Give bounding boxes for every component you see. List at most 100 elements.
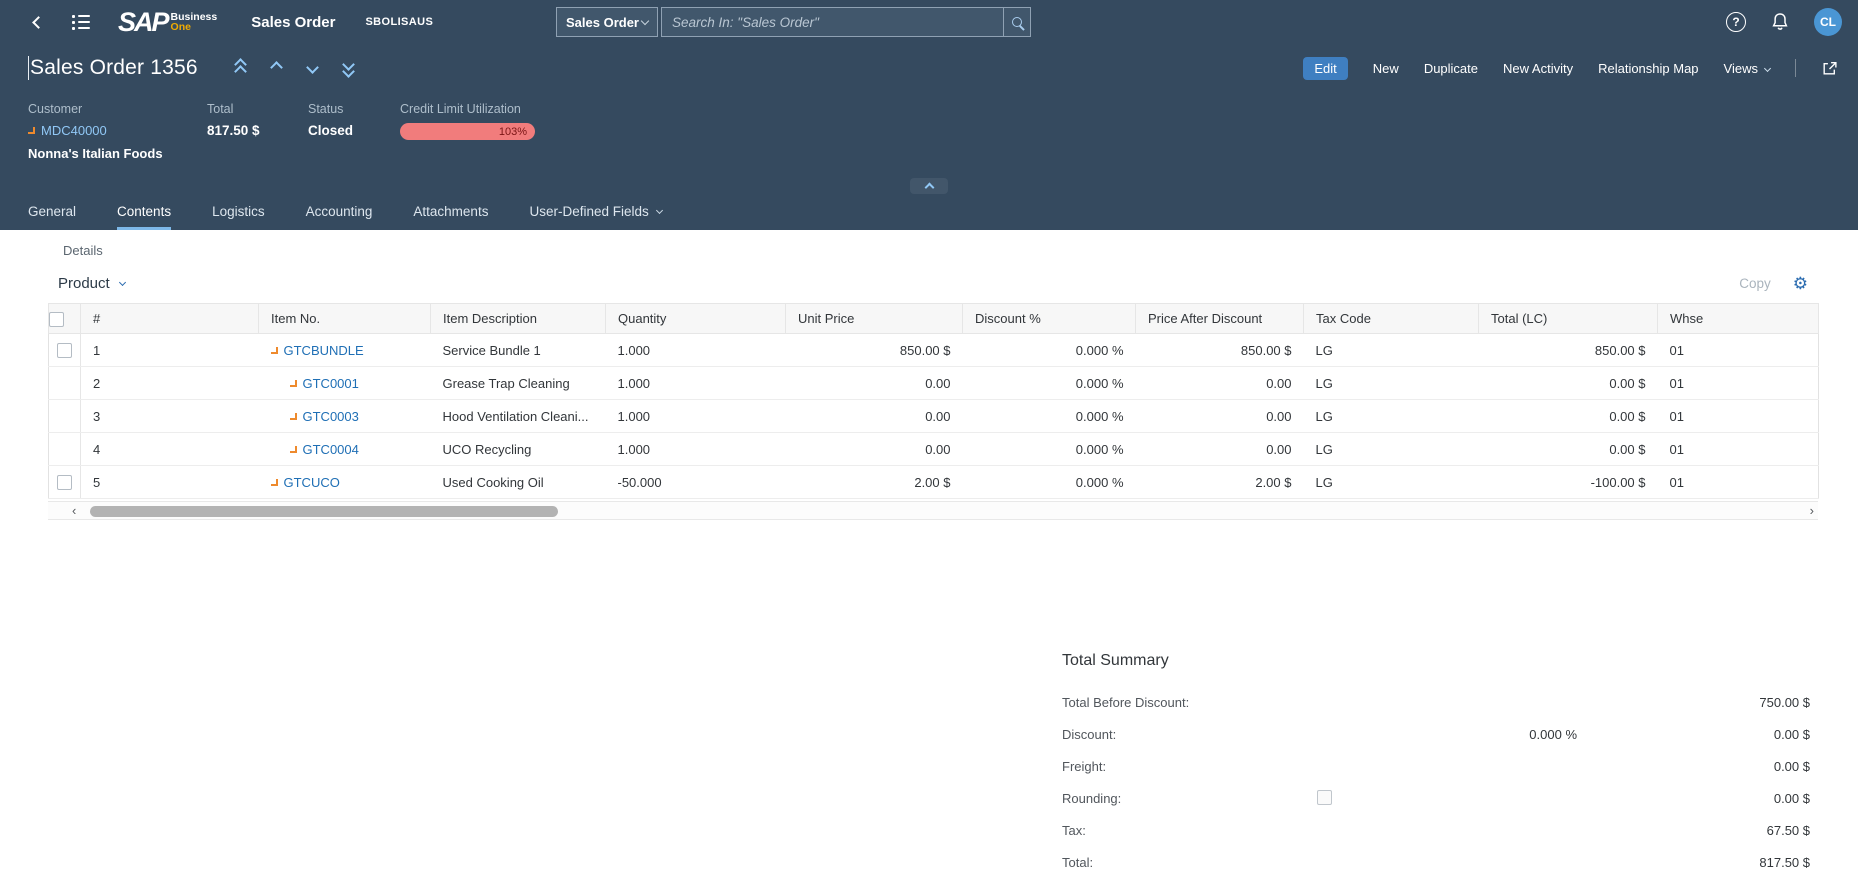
next-record-button[interactable] <box>308 59 317 77</box>
column-header-tax-code[interactable]: Tax Code <box>1304 304 1479 334</box>
column-header-price-after-discount[interactable]: Price After Discount <box>1136 304 1304 334</box>
tab-user-defined-fields[interactable]: User-Defined Fields <box>529 194 661 230</box>
column-header-item-description[interactable]: Item Description <box>431 304 606 334</box>
table-row: 4 GTC0004 UCO Recycling 1.000 0.00 0.000… <box>49 433 1819 466</box>
horizontal-scrollbar-thumb[interactable] <box>90 506 558 517</box>
search-button[interactable] <box>1003 8 1030 36</box>
search-scope-select[interactable]: Sales Order <box>556 7 658 37</box>
cell-price-after-discount: 2.00 $ <box>1136 466 1304 499</box>
views-label: Views <box>1724 61 1758 76</box>
item-link[interactable]: GTC0004 <box>303 442 359 457</box>
first-record-button[interactable] <box>236 60 245 76</box>
tab-contents[interactable]: Contents <box>117 194 171 230</box>
duplicate-button[interactable]: Duplicate <box>1424 61 1478 76</box>
customer-label: Customer <box>28 102 207 116</box>
scroll-right-arrow[interactable]: › <box>1810 503 1814 519</box>
search-input[interactable] <box>662 8 1003 36</box>
cell-tax-code: LG <box>1304 400 1479 433</box>
user-avatar[interactable]: CL <box>1814 8 1842 36</box>
page-title[interactable]: Sales Order 1356 <box>30 56 198 80</box>
summary-row: Tax: 67.50 $ <box>1062 814 1810 846</box>
edit-button[interactable]: Edit <box>1303 57 1347 80</box>
cell-quantity: -50.000 <box>606 466 786 499</box>
column-header-total-lc[interactable]: Total (LC) <box>1479 304 1658 334</box>
fact-customer: Customer MDC40000 Nonna's Italian Foods <box>28 102 207 194</box>
item-link[interactable]: GTCUCO <box>284 475 340 490</box>
help-button[interactable]: ? <box>1726 12 1746 32</box>
cell-total-lc: -100.00 $ <box>1479 466 1658 499</box>
relationship-map-button[interactable]: Relationship Map <box>1598 61 1698 76</box>
rounding-checkbox[interactable] <box>1317 790 1332 805</box>
cell-item-no: GTC0001 <box>259 367 431 400</box>
select-all-checkbox[interactable] <box>49 312 64 327</box>
scroll-left-arrow[interactable]: ‹ <box>72 503 76 519</box>
table-toolbar: Product Copy ⚙ <box>58 275 1808 292</box>
cell-discount: 0.000 % <box>963 367 1136 400</box>
new-activity-button[interactable]: New Activity <box>1503 61 1573 76</box>
copy-button[interactable]: Copy <box>1739 276 1771 291</box>
open-in-new-window-button[interactable] <box>1821 60 1838 77</box>
menu-button[interactable] <box>72 10 94 34</box>
column-header-discount[interactable]: Discount % <box>963 304 1136 334</box>
header-actions: Edit New Duplicate New Activity Relation… <box>1303 57 1838 80</box>
fact-total: Total 817.50 $ <box>207 102 308 194</box>
column-header-item-no[interactable]: Item No. <box>259 304 431 334</box>
notifications-button[interactable] <box>1770 11 1790 33</box>
tab-general[interactable]: General <box>28 194 76 230</box>
item-link[interactable]: GTCBUNDLE <box>284 343 364 358</box>
tab-accounting[interactable]: Accounting <box>306 194 373 230</box>
tab-attachments[interactable]: Attachments <box>413 194 488 230</box>
search-box <box>661 7 1031 37</box>
cell-quantity: 1.000 <box>606 400 786 433</box>
discount-value: 0.00 $ <box>1774 727 1810 742</box>
total-summary-section: Total Summary Total Before Discount: 750… <box>1062 652 1810 878</box>
details-section-label: Details <box>63 243 1858 258</box>
search-icon <box>1012 17 1022 27</box>
tax-value: 67.50 $ <box>1767 823 1810 838</box>
cell-item-no: GTC0004 <box>259 433 431 466</box>
last-record-button[interactable] <box>344 60 353 76</box>
item-link[interactable]: GTC0003 <box>303 409 359 424</box>
cell-quantity: 1.000 <box>606 334 786 367</box>
summary-row: Freight: 0.00 $ <box>1062 750 1810 782</box>
horizontal-scrollbar[interactable]: ‹ › <box>48 501 1818 520</box>
cell-unit-price: 0.00 <box>786 433 963 466</box>
chevron-down-icon <box>306 61 319 74</box>
table-row: 3 GTC0003 Hood Ventilation Cleani... 1.0… <box>49 400 1819 433</box>
cell-unit-price: 0.00 <box>786 367 963 400</box>
table-settings-button[interactable]: ⚙ <box>1793 275 1808 292</box>
avatar-initials: CL <box>1820 15 1836 29</box>
text-cursor <box>28 56 29 80</box>
column-header-unit-price[interactable]: Unit Price <box>786 304 963 334</box>
nav-chevron-icon <box>290 413 297 420</box>
item-link[interactable]: GTC0001 <box>303 376 359 391</box>
cell-num: 5 <box>81 466 259 499</box>
nav-chevron-icon <box>290 380 297 387</box>
cell-item-description: Hood Ventilation Cleani... <box>431 400 606 433</box>
chevron-up-icon <box>270 61 283 74</box>
column-header-quantity[interactable]: Quantity <box>606 304 786 334</box>
back-button[interactable] <box>26 10 50 34</box>
row-checkbox[interactable] <box>57 343 72 358</box>
new-button[interactable]: New <box>1373 61 1399 76</box>
sap-logo-text: SAP <box>118 9 168 36</box>
divider <box>1795 59 1796 77</box>
tab-bar: General Contents Logistics Accounting At… <box>0 194 1858 230</box>
table-header-row: # Item No. Item Description Quantity Uni… <box>49 304 1819 334</box>
bell-icon <box>1770 11 1790 33</box>
tab-logistics[interactable]: Logistics <box>212 194 265 230</box>
customer-code-link[interactable]: MDC40000 <box>41 123 107 138</box>
cell-num: 3 <box>81 400 259 433</box>
question-icon: ? <box>1732 15 1739 29</box>
item-type-select[interactable]: Product <box>58 275 125 292</box>
cell-tax-code: LG <box>1304 334 1479 367</box>
row-checkbox[interactable] <box>57 475 72 490</box>
collapse-header-button[interactable] <box>910 178 948 194</box>
status-label: Status <box>308 102 400 116</box>
column-header-whse[interactable]: Whse <box>1658 304 1819 334</box>
column-header-num[interactable]: # <box>81 304 259 334</box>
cell-total-lc: 0.00 $ <box>1479 400 1658 433</box>
cell-price-after-discount: 0.00 <box>1136 433 1304 466</box>
views-menu-button[interactable]: Views <box>1724 61 1770 76</box>
previous-record-button[interactable] <box>272 59 281 77</box>
